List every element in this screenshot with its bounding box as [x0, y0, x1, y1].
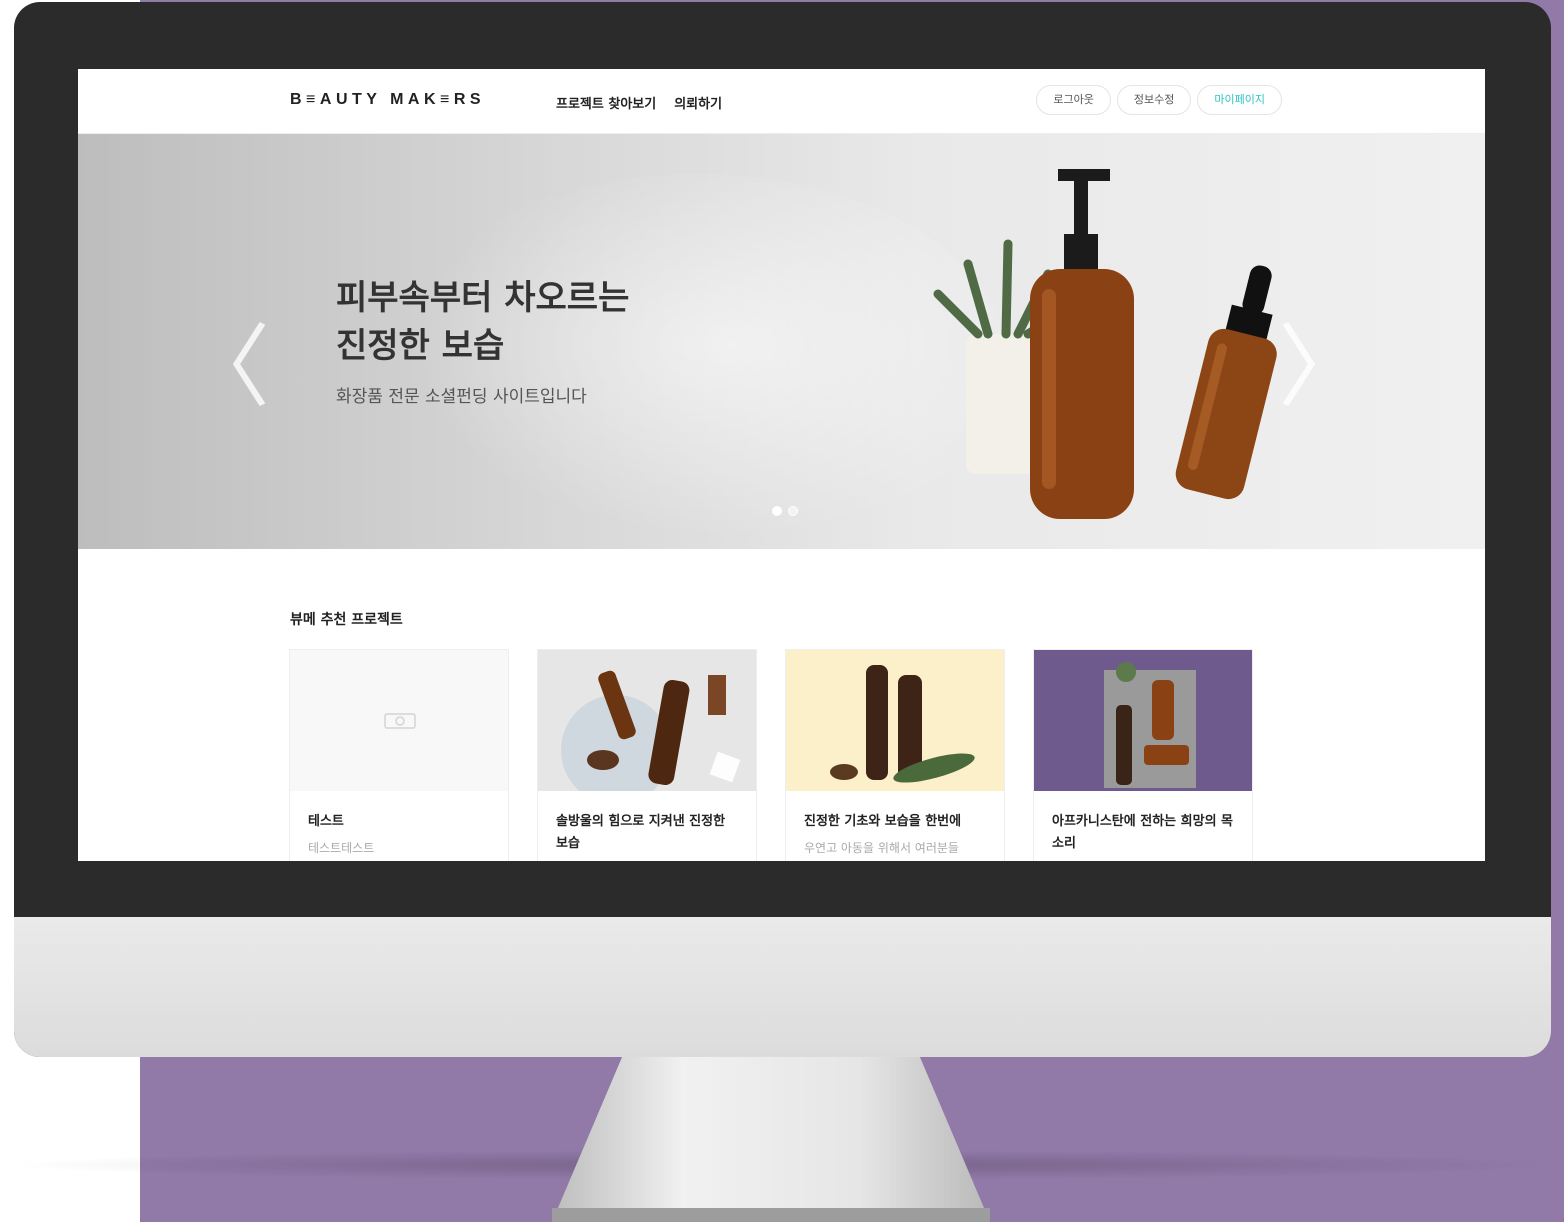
section-title: 뷰메 추천 프로젝트: [290, 612, 403, 628]
bottles-image: [561, 670, 741, 791]
card-title: 솔방울의 힘으로 지켜낸 진정한 보습: [556, 814, 726, 851]
monitor-stand: [552, 1057, 990, 1222]
site-logo[interactable]: B≡AUTY MAK≡RS: [290, 91, 485, 109]
main-nav: 프로젝트 찾아보기 의뢰하기: [556, 93, 722, 112]
project-card[interactable]: 솔방울의 힘으로 지켜낸 진정한 보습: [537, 649, 757, 861]
bottles-image: [830, 665, 975, 783]
nav-find-projects[interactable]: 프로젝트 찾아보기: [556, 93, 656, 112]
hero-subtitle: 화장품 전문 소셜펀딩 사이트입니다: [336, 387, 587, 407]
prev-slide-icon[interactable]: 〈: [180, 294, 270, 424]
edit-profile-button[interactable]: 정보수정: [1116, 85, 1192, 115]
next-slide-icon[interactable]: 〉: [1278, 294, 1368, 424]
bottles-image: [1104, 662, 1196, 788]
card-desc: [538, 855, 756, 861]
card-desc: [1034, 855, 1252, 861]
monitor-stand-base: [552, 1208, 990, 1222]
nav-request[interactable]: 의뢰하기: [674, 93, 722, 112]
project-card[interactable]: 아프카니스탄에 전하는 희망의 목소리: [1033, 649, 1253, 861]
site-header: B≡AUTY MAK≡RS 프로젝트 찾아보기 의뢰하기 로그아웃 정보수정 마…: [78, 69, 1485, 134]
card-image: [786, 650, 1004, 791]
card-title: 테스트: [308, 814, 344, 829]
project-card-list: 테스트 테스트테스트 솔방울의 힘으로 지켜낸 진정한 보습 진정한 기초와 보…: [289, 649, 1253, 861]
header-buttons: 로그아웃 정보수정 마이페이지: [1036, 85, 1282, 115]
mypage-button[interactable]: 마이페이지: [1197, 85, 1282, 115]
hero-product-image: [933, 169, 1277, 519]
card-image: [290, 650, 508, 791]
slide-indicator: [772, 506, 798, 516]
slide-dot-2[interactable]: [788, 506, 798, 516]
card-title: 아프카니스탄에 전하는 희망의 목소리: [1052, 814, 1234, 851]
hero-title: 피부속부터 차오르는 진정한 보습: [336, 278, 630, 366]
hero-banner: 피부속부터 차오르는 진정한 보습 화장품 전문 소셜펀딩 사이트입니다 〈 〉: [78, 134, 1485, 549]
card-desc: 우연고 아동을 위해서 여러분들: [804, 841, 959, 855]
card-title: 진정한 기초와 보습을 한번에: [804, 814, 962, 829]
monitor-chin: [14, 917, 1551, 1057]
card-desc: 테스트테스트: [308, 841, 375, 855]
camera-icon: [384, 713, 416, 729]
project-card[interactable]: 진정한 기초와 보습을 한번에 우연고 아동을 위해서 여러분들: [785, 649, 1005, 861]
website-screen: B≡AUTY MAK≡RS 프로젝트 찾아보기 의뢰하기 로그아웃 정보수정 마…: [78, 69, 1485, 861]
card-image: [538, 650, 756, 791]
project-card[interactable]: 테스트 테스트테스트: [289, 649, 509, 861]
slide-dot-1[interactable]: [772, 506, 782, 516]
logout-button[interactable]: 로그아웃: [1036, 85, 1111, 115]
card-image: [1034, 650, 1252, 791]
